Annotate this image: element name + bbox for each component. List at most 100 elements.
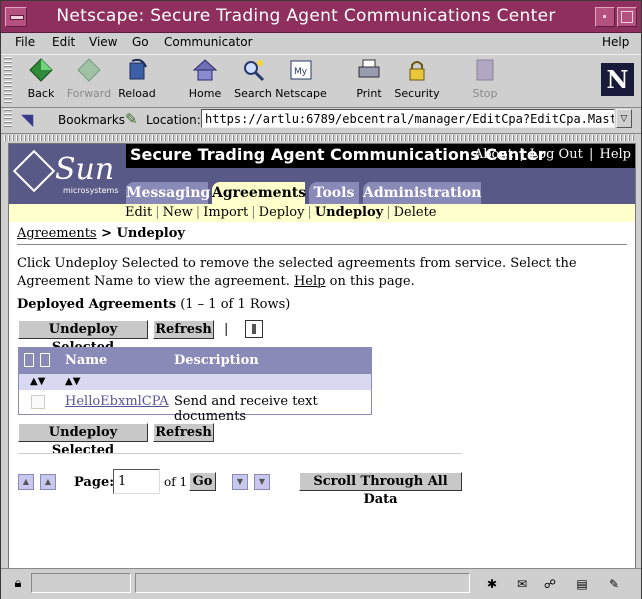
menu-communicator[interactable]: Communicator	[164, 35, 253, 49]
menu-go[interactable]: Go	[132, 35, 149, 49]
section-title-text: Deployed Agreements	[17, 297, 177, 312]
last-page-icon[interactable]: ▼	[254, 474, 270, 490]
reload-label: Reload	[118, 87, 156, 100]
progress-meter	[31, 573, 131, 593]
back-button[interactable]: Back	[15, 57, 67, 100]
column-header-description[interactable]: Description	[174, 353, 259, 368]
netscape-logo-icon[interactable]: N	[601, 63, 634, 96]
locbar-grip[interactable]	[4, 109, 12, 129]
location-url-field[interactable]: https://artlu:6789/ebcentral/manager/Edi…	[201, 109, 615, 128]
sort-select-icon[interactable]: ▲▼	[30, 376, 45, 387]
stop-icon	[472, 57, 498, 83]
tab-messaging[interactable]: Messaging	[126, 182, 210, 204]
tab-agreements[interactable]: Agreements	[212, 182, 306, 204]
menu-edit[interactable]: Edit	[52, 35, 75, 49]
instructions-help-link[interactable]: Help	[294, 274, 326, 289]
column-header-name[interactable]: Name	[65, 353, 107, 368]
subnav-deploy[interactable]: Deploy	[259, 205, 305, 220]
row-select-checkbox[interactable]	[31, 395, 45, 409]
page-number-input[interactable]: 1	[113, 469, 160, 494]
composer-component-icon[interactable]: ✎	[605, 576, 623, 592]
column-selector-icon[interactable]	[245, 320, 263, 338]
toolbar-separator: |	[224, 322, 229, 337]
header-separator: |	[588, 147, 594, 162]
agreements-subnav: Edit | New | Import | Deploy | Undeploy | Delete	[9, 204, 635, 222]
breadcrumb-agreements-link[interactable]: Agreements	[17, 226, 97, 241]
breadcrumb-current: Undeploy	[116, 226, 185, 241]
previous-page-icon[interactable]: ▲	[40, 474, 56, 490]
navigation-toolbar: Back Forward Reload Home Search My Netsc…	[1, 54, 641, 108]
reload-button[interactable]: Reload	[111, 57, 163, 100]
title-bar: Netscape: Secure Trading Agent Communica…	[1, 1, 641, 33]
deselect-all-checkbox[interactable]	[40, 353, 50, 367]
bookmarks-button[interactable]: Bookmarks	[58, 113, 125, 127]
home-button[interactable]: Home	[179, 57, 231, 100]
back-arrow-icon	[28, 57, 54, 83]
status-text	[135, 573, 470, 593]
home-label: Home	[188, 87, 222, 100]
row-range: (1 – 1 of 1 Rows)	[176, 297, 291, 312]
print-button[interactable]: Print	[343, 57, 395, 100]
stop-button[interactable]: Stop	[459, 57, 511, 100]
navigator-component-icon[interactable]: ✱	[483, 576, 501, 592]
breadcrumb: Agreements > Undeploy	[17, 226, 627, 245]
location-dropdown-button[interactable]: ▽	[616, 109, 632, 128]
minimize-button[interactable]	[595, 7, 615, 27]
search-button[interactable]: Search	[227, 57, 279, 100]
header-links: About | Log Out | Help	[474, 147, 631, 162]
print-label: Print	[356, 87, 382, 100]
next-page-icon[interactable]: ▼	[232, 474, 248, 490]
agreements-table: Name Description ▲▼ ▲▼ HelloEbxmlCPA Sen…	[18, 347, 372, 424]
tab-tools[interactable]: Tools	[309, 182, 359, 204]
subnav-edit[interactable]: Edit	[125, 205, 152, 220]
menu-help[interactable]: Help	[602, 35, 629, 49]
home-icon	[192, 57, 218, 83]
subnav-delete[interactable]: Delete	[394, 205, 437, 220]
page-proxy-icon[interactable]: ✎	[125, 110, 138, 128]
printer-icon	[356, 57, 382, 83]
address-book-component-icon[interactable]: ▤	[573, 576, 591, 592]
subnav-undeploy[interactable]: Undeploy	[315, 205, 383, 220]
security-button[interactable]: Security	[391, 57, 443, 100]
undeploy-selected-button-bottom[interactable]: Undeploy Selected	[18, 423, 148, 458]
netscape-label: Netscape	[275, 87, 327, 100]
menu-view[interactable]: View	[89, 35, 117, 49]
page-count-text: of 1	[164, 475, 188, 489]
menu-file[interactable]: File	[15, 35, 35, 49]
collapsed-toolbar-grip[interactable]	[4, 135, 634, 141]
security-lock-icon[interactable]: 🔒︎	[9, 576, 27, 592]
agreement-name-link[interactable]: HelloEbxmlCPA	[65, 394, 169, 409]
select-all-checkbox[interactable]	[24, 353, 34, 367]
sun-logo-subtitle: microsystems	[63, 186, 119, 195]
window-menu-button[interactable]	[5, 7, 27, 27]
divider	[18, 453, 462, 454]
first-page-icon[interactable]: ▲	[18, 474, 34, 490]
subnav-separator: |	[307, 205, 312, 220]
scroll-all-data-button[interactable]: Scroll Through All Data	[299, 472, 462, 507]
logout-link[interactable]: Log Out	[530, 147, 583, 162]
discussion-component-icon[interactable]: ☍	[541, 576, 559, 592]
maximize-button[interactable]	[617, 7, 637, 27]
subnav-separator: |	[251, 205, 256, 220]
search-icon	[240, 57, 266, 83]
instructions-text: Click Undeploy Selected to remove the se…	[17, 255, 627, 291]
toolbar-grip[interactable]	[4, 57, 12, 103]
undeploy-selected-button-top[interactable]: Undeploy Selected	[18, 320, 148, 355]
mail-component-icon[interactable]: ✉	[513, 576, 531, 592]
sort-name-icon[interactable]: ▲▼	[65, 376, 80, 387]
bookmarks-icon[interactable]: ◥	[21, 110, 33, 129]
netscape-button[interactable]: My Netscape	[275, 57, 327, 100]
tab-administration[interactable]: Administration	[363, 182, 481, 204]
stop-label: Stop	[472, 87, 498, 100]
refresh-button-bottom[interactable]: Refresh	[153, 423, 214, 442]
my-netscape-icon: My	[288, 57, 314, 83]
location-label: Location:	[146, 113, 201, 127]
forward-button[interactable]: Forward	[63, 57, 115, 100]
about-link[interactable]: About	[474, 147, 513, 162]
refresh-button-top[interactable]: Refresh	[153, 320, 214, 339]
subnav-new[interactable]: New	[163, 205, 193, 220]
help-link[interactable]: Help	[599, 147, 631, 162]
go-button[interactable]: Go	[189, 472, 216, 491]
subnav-import[interactable]: Import	[203, 205, 248, 220]
forward-label: Forward	[66, 87, 112, 100]
